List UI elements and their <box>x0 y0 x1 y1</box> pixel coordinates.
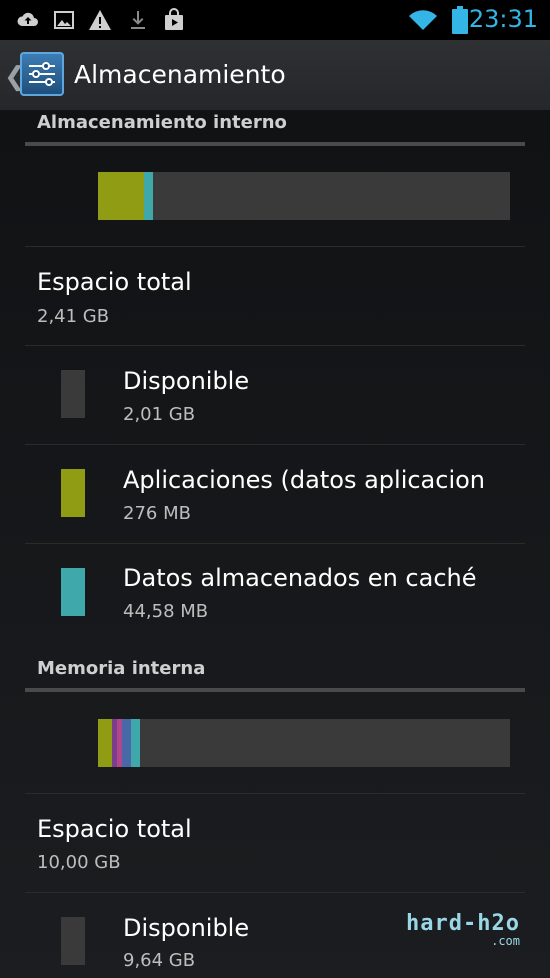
available-label: Disponible <box>123 367 250 395</box>
internal-memory-usage-bar <box>98 719 510 767</box>
download-icon <box>131 11 145 29</box>
usage-segment-apps <box>98 172 144 220</box>
usage-segment-0 <box>98 719 112 767</box>
shopping-bag-icon <box>165 8 183 30</box>
status-bar: 23:31 <box>0 0 550 40</box>
total-space-value: 2,41 GB <box>37 306 110 327</box>
usage-segment-cache <box>144 172 153 220</box>
image-icon <box>54 11 74 29</box>
battery-icon <box>452 6 468 34</box>
usage-segment-3 <box>122 719 131 767</box>
available-value: 2,01 GB <box>123 404 196 425</box>
apps-label: Aplicaciones (datos aplicacion <box>123 466 486 494</box>
watermark-text: hard-h2o <box>406 911 520 936</box>
apps-value: 276 MB <box>123 503 191 524</box>
internal-storage-usage-bar <box>98 172 510 220</box>
action-bar: ❮ Almacenamiento <box>0 40 550 110</box>
cache-value: 44,58 MB <box>123 601 209 622</box>
cache-color-swatch <box>61 568 85 616</box>
storage-list: Almacenamiento interno Espacio total 2,4… <box>0 110 550 978</box>
available-color-swatch <box>61 370 85 418</box>
warning-icon <box>89 10 111 30</box>
apps-color-swatch <box>61 469 85 517</box>
wifi-icon <box>409 10 437 30</box>
divider <box>25 543 525 544</box>
memory-total-space-value: 10,00 GB <box>37 852 121 873</box>
section-header-internal-storage: Almacenamiento interno <box>37 112 287 133</box>
settings-sliders-icon[interactable] <box>20 52 64 96</box>
divider <box>25 892 525 893</box>
page-title: Almacenamiento <box>74 60 286 89</box>
divider <box>25 793 525 794</box>
memory-available-color-swatch <box>61 917 85 965</box>
cache-label: Datos almacenados en caché <box>123 564 477 592</box>
total-space-label: Espacio total <box>37 268 192 296</box>
section-header-internal-memory: Memoria interna <box>37 658 206 679</box>
memory-available-label: Disponible <box>123 914 250 942</box>
usage-segment-4 <box>131 719 140 767</box>
cloud-upload-icon <box>17 12 38 26</box>
divider <box>25 345 525 346</box>
divider <box>25 246 525 247</box>
section-divider <box>25 142 525 146</box>
clock: 23:31 <box>468 5 538 33</box>
memory-available-value: 9,64 GB <box>123 950 196 971</box>
watermark-logo: hard-h2o .com <box>406 911 520 948</box>
divider <box>25 444 525 445</box>
watermark-domain: .com <box>491 934 520 948</box>
section-divider <box>25 688 525 692</box>
memory-total-space-label: Espacio total <box>37 815 192 843</box>
